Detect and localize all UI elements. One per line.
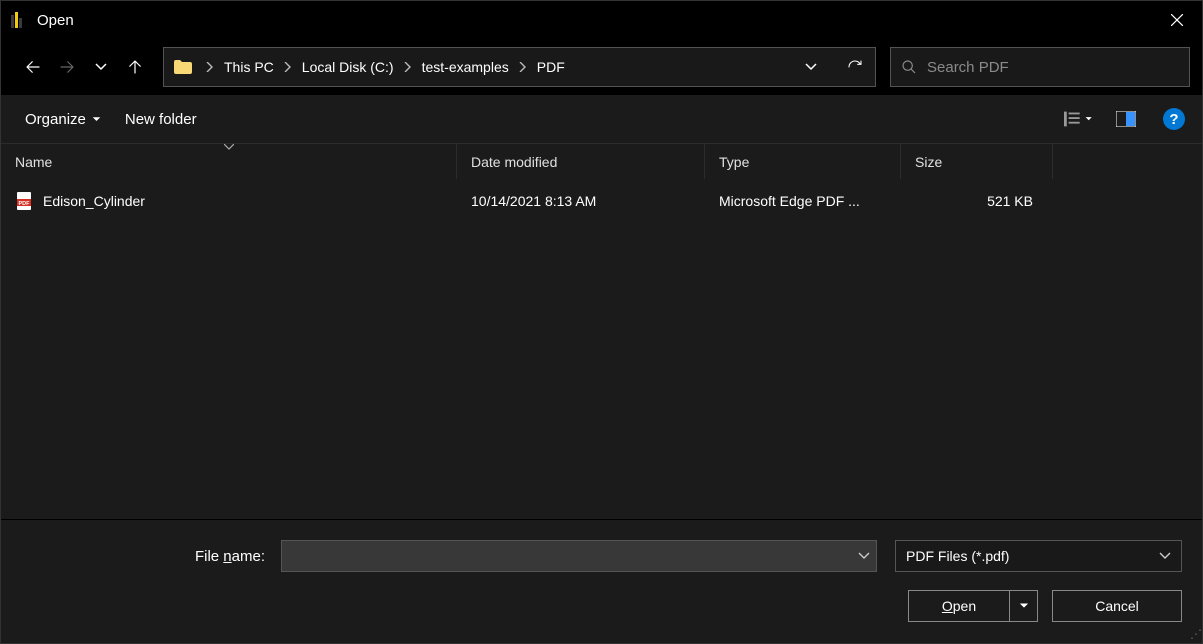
address-bar[interactable]: This PC Local Disk (C:) test-examples PD… [163,47,876,87]
recent-locations-button[interactable] [87,49,115,85]
pdf-file-icon: PDF [15,192,33,210]
file-type-filter[interactable]: PDF Files (*.pdf) [895,540,1182,572]
column-header-size[interactable]: Size [901,144,1053,179]
search-icon [901,59,917,75]
column-header-name[interactable]: Name [1,144,457,179]
bottom-panel: File name: PDF Files (*.pdf) Open [1,519,1202,643]
file-type-filter-label: PDF Files (*.pdf) [906,548,1009,564]
forward-button[interactable] [53,49,81,85]
preview-pane-icon [1116,111,1136,127]
file-date: 10/14/2021 8:13 AM [457,193,705,209]
cancel-button[interactable]: Cancel [1052,590,1182,622]
search-input[interactable] [927,59,1179,76]
caret-down-icon [92,115,101,124]
new-folder-button[interactable]: New folder [123,107,199,132]
window-title: Open [37,12,74,29]
chevron-down-icon [858,550,870,562]
caret-down-icon [1085,115,1092,123]
column-header-type[interactable]: Type [705,144,901,179]
chevron-down-icon [1159,550,1171,562]
organize-label: Organize [25,111,86,128]
filename-field-wrap[interactable] [281,540,877,572]
file-type: Microsoft Edge PDF ... [705,193,901,209]
chevron-right-icon [280,59,296,75]
arrow-up-icon [126,58,144,76]
breadcrumb-segment[interactable]: PDF [535,48,567,86]
view-options-button[interactable] [1064,105,1092,133]
preview-pane-button[interactable] [1112,105,1140,133]
address-history-button[interactable] [791,48,831,86]
chevron-right-icon [202,59,218,75]
open-button-dropdown[interactable] [1009,591,1037,621]
help-icon: ? [1163,108,1185,130]
file-size: 521 KB [901,193,1045,209]
arrow-right-icon [58,58,76,76]
svg-text:PDF: PDF [19,201,31,207]
column-header-label: Type [719,154,749,170]
breadcrumb-segment[interactable]: Local Disk (C:) [300,48,396,86]
organize-button[interactable]: Organize [23,107,103,132]
file-name: Edison_Cylinder [43,193,145,209]
chevron-down-icon [805,61,817,73]
sort-indicator-icon [224,142,234,153]
arrow-left-icon [24,58,42,76]
back-button[interactable] [19,49,47,85]
chevron-right-icon [400,59,416,75]
new-folder-label: New folder [125,111,197,128]
filename-input[interactable] [288,548,858,564]
breadcrumb-segment[interactable]: test-examples [420,48,511,86]
column-header-spacer [1053,144,1202,179]
column-headers: Name Date modified Type Size [1,143,1202,179]
cancel-label: Cancel [1095,598,1139,614]
open-button[interactable]: Open [908,590,1038,622]
refresh-button[interactable] [835,48,875,86]
folder-icon [174,60,192,74]
column-header-label: Size [915,154,942,170]
chevron-down-icon [95,61,107,73]
column-header-label: Name [15,154,52,170]
close-icon [1171,14,1183,26]
file-row[interactable]: PDF Edison_Cylinder 10/14/2021 8:13 AM M… [1,179,1202,211]
help-button[interactable]: ? [1160,105,1188,133]
column-header-label: Date modified [471,154,557,170]
refresh-icon [847,59,863,75]
file-rows: PDF Edison_Cylinder 10/14/2021 8:13 AM M… [1,179,1202,519]
column-header-date[interactable]: Date modified [457,144,705,179]
toolbar: Organize New folder ? [1,95,1202,143]
search-box[interactable] [890,47,1190,87]
file-list: Name Date modified Type Size [1,143,1202,519]
breadcrumb-segment[interactable]: This PC [222,48,276,86]
open-button-main[interactable]: Open [909,591,1009,621]
close-button[interactable] [1152,1,1202,39]
app-icon [9,12,25,28]
titlebar: Open [1,1,1202,39]
filename-label: File name: [1,548,271,565]
up-button[interactable] [121,49,149,85]
chevron-right-icon [515,59,531,75]
caret-down-icon [1019,601,1029,611]
view-details-icon [1064,111,1081,127]
nav-bar: This PC Local Disk (C:) test-examples PD… [1,39,1202,95]
